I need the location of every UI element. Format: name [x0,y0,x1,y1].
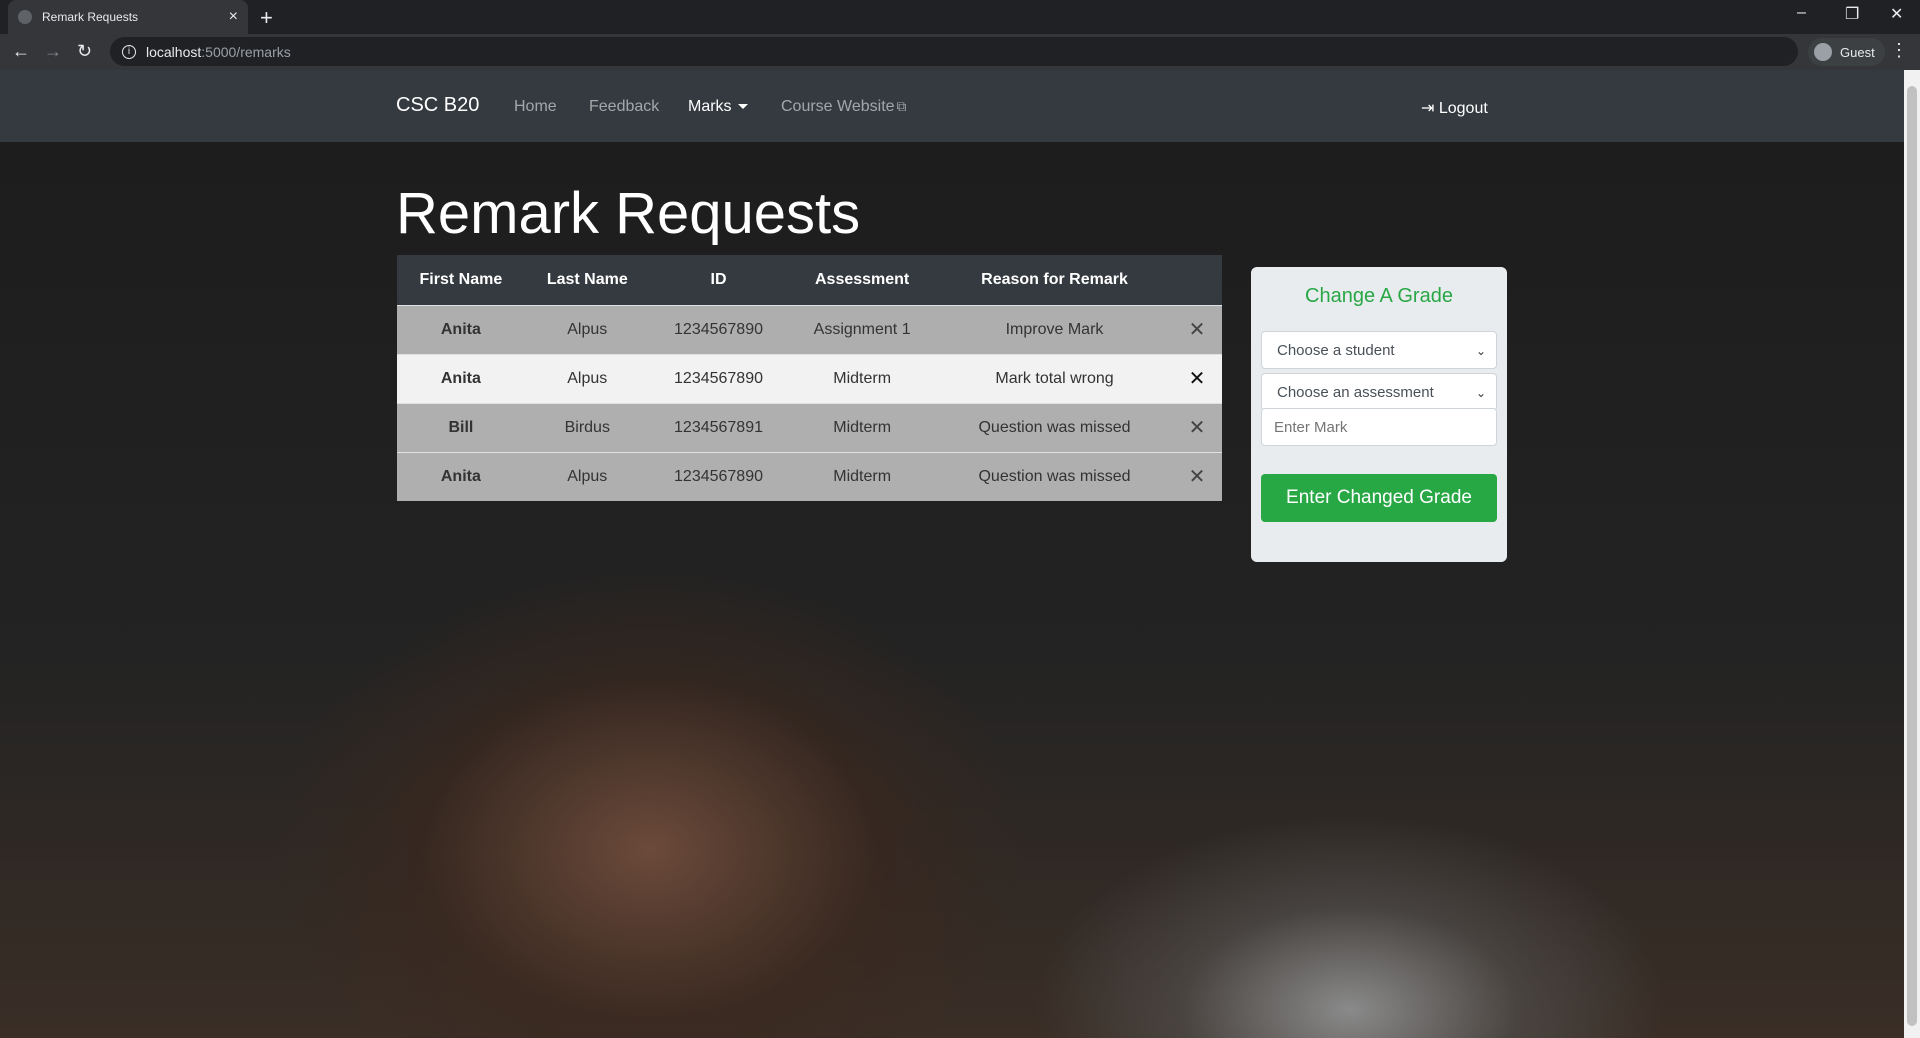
browser-tabstrip: Remark Requests × + – ❐ ✕ [0,0,1920,34]
header-id: ID [649,255,788,305]
nav-course-website[interactable]: Course Website ⧉ [781,98,907,116]
assessment-select[interactable]: Choose an assessment ⌄ [1261,373,1497,411]
cell-first-name: Anita [397,451,525,501]
header-reason: Reason for Remark [937,255,1172,305]
remark-requests-table: First Name Last Name ID Assessment Reaso… [397,255,1222,501]
scrollbar[interactable] [1904,70,1920,1038]
student-select-value: Choose a student [1277,341,1395,359]
profile-button[interactable]: Guest [1808,38,1885,66]
mark-input[interactable] [1261,408,1497,446]
logout-button[interactable]: ⇥ Logout [1421,98,1488,118]
favicon-icon [18,10,32,24]
restore-icon[interactable]: ❐ [1845,4,1859,24]
cell-last-name: Alpus [524,451,650,501]
chevron-down-icon: ⌄ [1475,344,1486,358]
change-grade-card: Change A Grade Choose a student ⌄ Choose… [1251,267,1507,562]
nav-marks-label: Marks [688,98,732,115]
close-window-icon[interactable]: ✕ [1890,4,1903,24]
logout-icon: ⇥ [1421,100,1439,117]
url-path: :5000/remarks [201,43,291,60]
header-assessment: Assessment [787,255,938,305]
delete-icon[interactable]: ✕ [1172,451,1222,501]
logout-label: Logout [1438,100,1488,117]
forward-icon[interactable]: → [44,41,62,62]
address-bar[interactable]: i localhost:5000/remarks [110,37,1798,66]
navbar: CSC B20 Home Feedback Marks Course Websi… [0,70,1904,142]
cell-id: 1234567891 [649,402,788,452]
nav-course-website-label: Course Website [781,98,895,115]
card-title: Change A Grade [1305,285,1453,307]
reload-icon[interactable]: ↻ [77,41,92,62]
caret-down-icon [737,104,748,110]
profile-label: Guest [1840,44,1875,60]
nav-home[interactable]: Home [514,98,557,116]
browser-toolbar: ← → ↻ i localhost:5000/remarks Guest ⋮ [0,34,1920,70]
student-select[interactable]: Choose a student ⌄ [1261,331,1497,369]
url-host: localhost [146,43,202,60]
header-first-name: First Name [397,255,525,305]
page-title: Remark Requests [396,181,861,246]
nav-feedback[interactable]: Feedback [589,98,659,116]
cell-last-name: Alpus [524,353,650,403]
cell-id: 1234567890 [649,353,788,403]
scrollbar-thumb[interactable] [1907,86,1917,1026]
cell-reason: Question was missed [937,451,1172,501]
table-row: Anita Alpus 1234567890 Assignment 1 Impr… [397,304,1222,354]
delete-icon[interactable]: ✕ [1172,304,1222,354]
chevron-down-icon: ⌄ [1475,386,1486,400]
cell-first-name: Bill [397,402,525,452]
delete-icon[interactable]: ✕ [1172,402,1222,452]
page-viewport: CSC B20 Home Feedback Marks Course Websi… [0,70,1904,1038]
external-link-icon: ⧉ [896,98,907,114]
header-actions [1172,255,1222,305]
delete-icon[interactable]: ✕ [1172,353,1222,403]
cell-first-name: Anita [397,353,525,403]
table-row: Anita Alpus 1234567890 Midterm Mark tota… [397,353,1222,403]
assessment-select-value: Choose an assessment [1277,383,1434,401]
nav-marks-dropdown[interactable]: Marks [688,98,748,116]
cell-id: 1234567890 [649,304,788,354]
back-icon[interactable]: ← [12,41,30,62]
cell-reason: Question was missed [937,402,1172,452]
cell-last-name: Alpus [524,304,650,354]
new-tab-icon[interactable]: + [260,5,273,31]
info-icon[interactable]: i [122,44,136,59]
brand[interactable]: CSC B20 [396,94,479,117]
minimize-icon[interactable]: – [1797,4,1806,22]
profile-icon [1814,43,1832,61]
cell-assessment: Midterm [787,353,938,403]
menu-icon[interactable]: ⋮ [1890,40,1908,61]
table-header-row: First Name Last Name ID Assessment Reaso… [397,255,1222,305]
close-tab-icon[interactable]: × [229,8,238,26]
cell-last-name: Birdus [524,402,650,452]
cell-assessment: Midterm [787,402,938,452]
table-row: Anita Alpus 1234567890 Midterm Question … [397,451,1222,501]
cell-reason: Mark total wrong [937,353,1172,403]
browser-tab[interactable]: Remark Requests × [8,0,248,34]
cell-first-name: Anita [397,304,525,354]
cell-id: 1234567890 [649,451,788,501]
cell-assessment: Assignment 1 [787,304,938,354]
enter-changed-grade-button[interactable]: Enter Changed Grade [1261,474,1497,522]
tab-title: Remark Requests [42,10,139,24]
cell-reason: Improve Mark [937,304,1172,354]
cell-assessment: Midterm [787,451,938,501]
header-last-name: Last Name [524,255,650,305]
table-row: Bill Birdus 1234567891 Midterm Question … [397,402,1222,452]
